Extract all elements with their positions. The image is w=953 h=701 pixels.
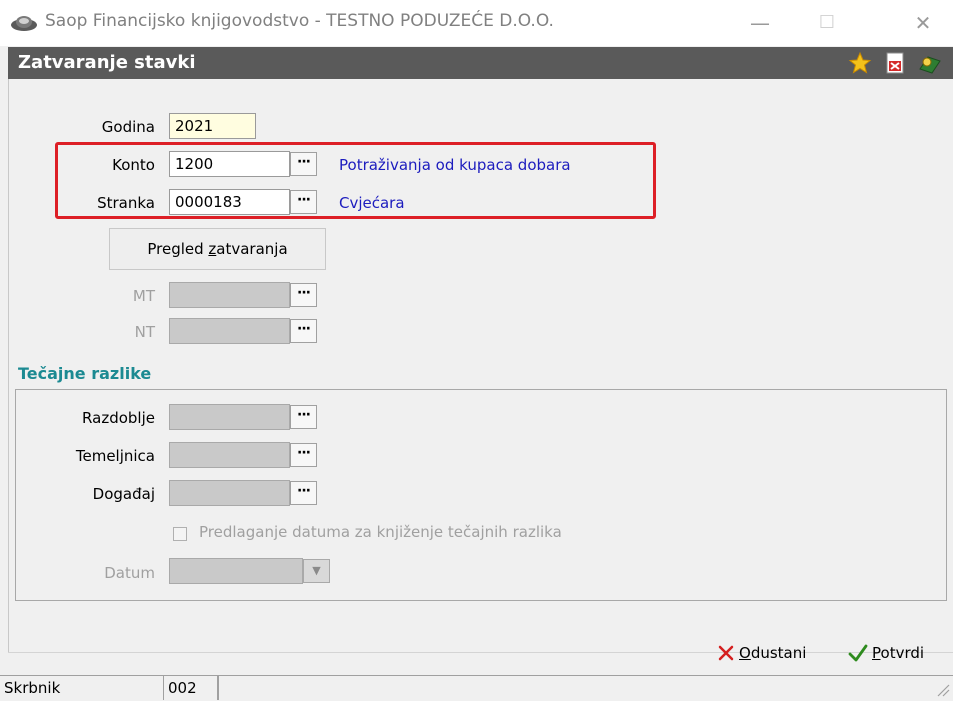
star-icon[interactable] [848, 51, 872, 75]
form-header: Zatvaranje stavki [8, 47, 953, 79]
close-window-button[interactable]: ✕ [903, 8, 943, 38]
pregled-label-suffix: atvaranja [216, 240, 288, 258]
resize-grip-icon[interactable] [936, 683, 950, 697]
potvrdi-button[interactable]: Potvrdi [848, 644, 924, 662]
stranka-input[interactable]: 0000183 [169, 189, 290, 215]
maximize-button[interactable]: ☐ [807, 8, 847, 38]
nt-lookup-button[interactable]: ··· [290, 319, 317, 343]
stranka-lookup-button[interactable]: ··· [290, 190, 317, 214]
odustani-hotkey: O [739, 644, 751, 662]
help-icon[interactable] [918, 51, 942, 75]
godina-label: Godina [101, 118, 155, 136]
predlaganje-datuma-checkbox[interactable] [173, 527, 187, 541]
temeljnica-lookup-button[interactable]: ··· [290, 443, 317, 467]
mt-input[interactable] [169, 282, 290, 308]
razdoblje-input[interactable] [169, 404, 290, 430]
status-skrbnik-value: 002 [164, 676, 218, 700]
status-bar: Skrbnik 002 [0, 675, 953, 701]
form-title: Zatvaranje stavki [18, 52, 196, 73]
stranka-description[interactable]: Cvjećara [339, 194, 405, 212]
tecajne-razlike-title: Tečajne razlike [18, 364, 152, 383]
cancel-x-icon [718, 645, 734, 661]
mt-label: MT [132, 287, 155, 305]
odustani-button[interactable]: Odustani [717, 644, 806, 662]
predlaganje-datuma-label: Predlaganje datuma za knjiženje tečajnih… [199, 523, 562, 541]
footer-separator [8, 652, 953, 653]
konto-lookup-button[interactable]: ··· [290, 152, 317, 176]
konto-description[interactable]: Potraživanja od kupaca dobara [339, 156, 571, 174]
minimize-button[interactable]: — [740, 8, 780, 38]
datum-dropdown-arrow-icon[interactable]: ▼ [303, 559, 330, 583]
window-title-bar: Saop Financijsko knjigovodstvo - TESTNO … [0, 0, 953, 46]
mt-lookup-button[interactable]: ··· [290, 283, 317, 307]
razdoblje-label: Razdoblje [82, 409, 155, 427]
nt-label: NT [134, 323, 155, 341]
dogadaj-label: Događaj [92, 485, 155, 503]
razdoblje-lookup-button[interactable]: ··· [290, 405, 317, 429]
datum-combo[interactable] [169, 558, 303, 584]
pregled-label-prefix: Pregled [147, 240, 209, 258]
nt-input[interactable] [169, 318, 290, 344]
potvrdi-hotkey: P [872, 644, 881, 662]
godina-input[interactable]: 2021 [169, 113, 256, 139]
app-logo-icon [11, 16, 37, 31]
confirm-check-icon [848, 644, 868, 662]
pregled-zatvaranja-button[interactable]: Pregled zatvaranja [109, 228, 326, 270]
dogadaj-input[interactable] [169, 480, 290, 506]
status-message [218, 676, 953, 700]
temeljnica-input[interactable] [169, 442, 290, 468]
dogadaj-lookup-button[interactable]: ··· [290, 481, 317, 505]
odustani-label: dustani [750, 644, 807, 662]
status-skrbnik-label: Skrbnik [0, 676, 164, 700]
konto-label: Konto [112, 156, 155, 174]
konto-input[interactable]: 1200 [169, 151, 290, 177]
temeljnica-label: Temeljnica [75, 447, 155, 465]
datum-label: Datum [104, 564, 155, 582]
stranka-label: Stranka [97, 194, 155, 212]
potvrdi-label: otvrdi [880, 644, 925, 662]
excel-export-icon[interactable] [883, 51, 907, 75]
window-title: Saop Financijsko knjigovodstvo - TESTNO … [45, 11, 554, 31]
